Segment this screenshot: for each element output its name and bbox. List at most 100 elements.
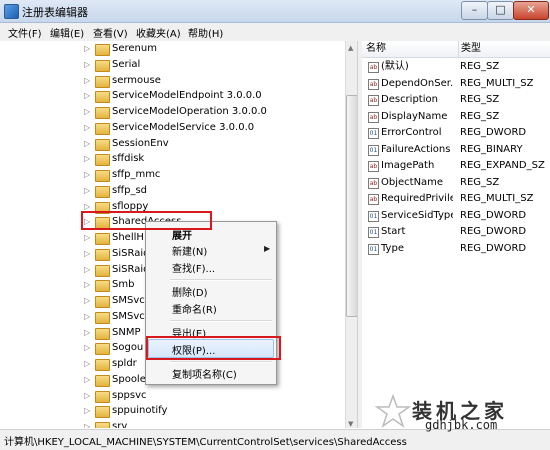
value-row[interactable]: 01 ErrorControl REG_DWORD <box>362 125 550 141</box>
minimize-button[interactable]: – <box>461 1 488 20</box>
value-row[interactable]: 01 Type REG_DWORD <box>362 241 550 257</box>
expand-arrow-icon[interactable]: ▷ <box>84 403 93 419</box>
expand-arrow-icon[interactable]: ▷ <box>84 419 93 428</box>
expand-arrow-icon[interactable]: ▷ <box>84 230 93 246</box>
value-name: Type <box>381 242 404 254</box>
folder-icon <box>95 264 110 277</box>
status-path: 计算机\HKEY_LOCAL_MACHINE\SYSTEM\CurrentCon… <box>4 437 407 448</box>
expand-arrow-icon[interactable]: ▷ <box>84 167 93 183</box>
column-header-name[interactable]: 名称 <box>362 41 458 58</box>
expand-arrow-icon[interactable]: ▷ <box>84 246 93 262</box>
folder-icon <box>95 138 110 151</box>
binary-value-icon: 01 <box>368 128 379 139</box>
folder-icon <box>95 422 110 428</box>
watermark-star-logo-icon <box>374 394 412 428</box>
menu-help[interactable]: 帮助(H) <box>188 25 223 40</box>
value-name: ServiceSidType <box>381 209 453 221</box>
column-header-type[interactable]: 类型 <box>458 41 550 58</box>
values-list[interactable]: 名称 类型 ab (默认) REG_SZ ab DependOnSer... REG_MU… <box>362 41 550 428</box>
ctx-rename-menu-item[interactable]: 重命名(R) <box>172 301 217 316</box>
value-type: REG_EXPAND_SZ <box>460 160 545 171</box>
expand-arrow-icon[interactable]: ▷ <box>84 293 93 309</box>
expand-arrow-icon[interactable]: ▷ <box>84 151 93 167</box>
folder-icon <box>95 170 110 182</box>
expand-arrow-icon[interactable]: ▷ <box>84 277 93 293</box>
value-row[interactable]: ab ImagePath REG_EXPAND_SZ <box>362 158 550 174</box>
value-row[interactable]: ab Description REG_SZ <box>362 92 550 108</box>
scroll-down-arrow-icon[interactable]: ▼ <box>348 420 353 428</box>
folder-icon <box>95 280 110 293</box>
binary-value-icon: 01 <box>368 243 379 255</box>
tree-item-label: SMSvc <box>112 295 145 306</box>
value-row[interactable]: 01 ServiceSidType REG_DWORD <box>362 208 550 224</box>
menu-edit[interactable]: 编辑(E) <box>50 25 84 40</box>
ctx-find-menu-item[interactable]: 查找(F)... <box>172 260 215 275</box>
value-name: Start <box>381 226 406 237</box>
string-value-icon: ab <box>368 194 379 205</box>
value-row[interactable]: abRequiredPrivile... REG_MULTI_SZ <box>362 191 550 207</box>
expand-arrow-icon[interactable]: ▷ <box>84 356 93 372</box>
tree-item-label: SessionEnv <box>112 137 169 149</box>
value-name: DependOnSer... <box>381 77 453 89</box>
tree-item-label: SNMP <box>112 326 141 338</box>
menu-view[interactable]: 查看(V) <box>93 25 128 40</box>
folder-icon <box>95 233 110 245</box>
expand-arrow-icon[interactable]: ▷ <box>84 340 93 356</box>
expand-arrow-icon[interactable]: ▷ <box>84 104 93 120</box>
ctx-copy-key-name-menu-item[interactable]: 复制项名称(C) <box>172 366 237 381</box>
tree-item-label: sffdisk <box>112 153 145 165</box>
expand-arrow-icon[interactable]: ▷ <box>84 88 93 104</box>
value-row[interactable]: 01 FailureActions REG_BINARY <box>362 142 550 158</box>
folder-icon <box>95 311 110 324</box>
value-name: FailureActions <box>381 143 451 155</box>
expand-arrow-icon[interactable]: ▷ <box>84 372 93 388</box>
string-value-icon: ab <box>368 95 379 106</box>
value-type: REG_SZ <box>460 61 500 72</box>
value-row[interactable]: 01 Start REG_DWORD <box>362 224 550 240</box>
value-row[interactable]: ab (默认) REG_SZ <box>362 59 550 75</box>
folder-icon <box>95 374 110 387</box>
expand-arrow-icon[interactable]: ▷ <box>84 120 93 136</box>
value-row[interactable]: ab DisplayName REG_SZ <box>362 109 550 125</box>
expand-arrow-icon[interactable]: ▷ <box>84 262 93 278</box>
value-name: ErrorControl <box>381 127 442 138</box>
tree-item-label: sppsvc <box>112 389 147 401</box>
value-type: REG_DWORD <box>460 242 527 254</box>
menu-bar: 文件(F) 编辑(E) 查看(V) 收藏夹(A) 帮助(H) <box>0 23 550 42</box>
value-type: REG_DWORD <box>460 226 527 237</box>
value-type: REG_MULTI_SZ <box>460 193 534 204</box>
binary-value-icon: 01 <box>368 144 379 156</box>
menu-file[interactable]: 文件(F) <box>8 25 42 40</box>
tree-item-label: SiSRaid <box>112 247 150 259</box>
tree-item-label: Smb <box>112 279 135 291</box>
value-type: REG_DWORD <box>460 127 527 138</box>
expand-arrow-icon[interactable]: ▷ <box>84 388 93 404</box>
ctx-new-menu-item[interactable]: 新建(N) <box>172 243 207 258</box>
string-value-icon: ab <box>368 62 379 73</box>
tree-item-label: sffp_mmc <box>112 169 161 180</box>
value-row[interactable]: ab ObjectName REG_SZ <box>362 175 550 191</box>
expand-arrow-icon[interactable]: ▷ <box>84 136 93 152</box>
expand-arrow-icon[interactable]: ▷ <box>84 41 93 57</box>
window-title: 注册表编辑器 <box>22 6 88 19</box>
folder-icon <box>95 154 110 167</box>
expand-arrow-icon[interactable]: ▷ <box>84 325 93 341</box>
expand-arrow-icon[interactable]: ▷ <box>84 57 93 73</box>
maximize-button[interactable]: □ <box>487 1 514 20</box>
tree-item-label: sermouse <box>112 74 161 86</box>
tree-item-label: Sogou <box>112 342 144 354</box>
tree-item-label: SiSRaid <box>112 263 150 275</box>
scroll-up-arrow-icon[interactable]: ▲ <box>348 44 353 52</box>
watermark-url: gdhjbk.com <box>425 418 498 432</box>
expand-arrow-icon[interactable]: ▷ <box>84 73 93 89</box>
folder-icon <box>95 185 110 198</box>
ctx-delete-menu-item[interactable]: 删除(D) <box>172 284 208 299</box>
expand-arrow-icon[interactable]: ▷ <box>84 309 93 325</box>
close-button[interactable]: ✕ <box>513 1 549 20</box>
string-value-icon: ab <box>368 161 379 172</box>
expand-arrow-icon[interactable]: ▷ <box>84 183 93 199</box>
value-name: (默认) <box>381 61 409 72</box>
folder-icon <box>95 59 110 72</box>
menu-favorites[interactable]: 收藏夹(A) <box>136 25 181 40</box>
value-row[interactable]: ab DependOnSer... REG_MULTI_SZ <box>362 76 550 92</box>
